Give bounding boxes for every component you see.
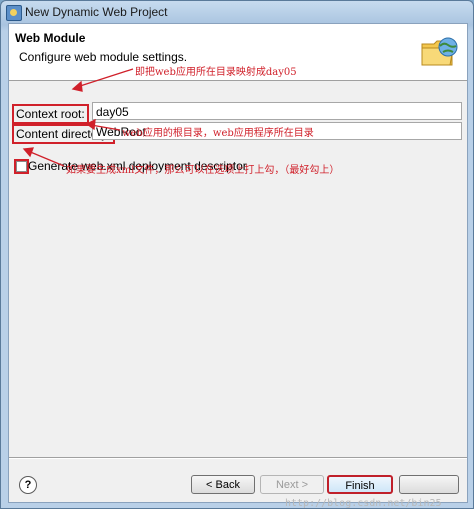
generate-descriptor-checkbox[interactable] [14, 159, 29, 174]
cancel-button[interactable] [399, 475, 459, 494]
web-project-icon [6, 5, 22, 21]
dialog-client-area: Web Module Configure web module settings… [8, 23, 468, 508]
folder-globe-icon [421, 37, 458, 66]
watermark: http://blog.csdn.net/bin25 [285, 498, 442, 509]
context-root-annotation: 即把web应用所在目录映射成day05 [135, 67, 297, 78]
page-title: Web Module [15, 31, 86, 45]
content-directory-annotation: web应用的根目录，web应用程序所在目录 [122, 128, 314, 139]
help-button[interactable]: ? [19, 476, 37, 494]
finish-button[interactable]: Finish [327, 475, 393, 494]
title-bar[interactable]: New Dynamic Web Project [1, 1, 473, 23]
module-settings-form: Context root: day05 Content directory: W… [9, 80, 467, 480]
context-root-input[interactable]: day05 [92, 102, 462, 120]
dialog-window: New Dynamic Web Project Web Module Confi… [0, 0, 474, 509]
back-button[interactable]: < Back [191, 475, 255, 494]
context-root-label: Context root: [12, 104, 89, 124]
button-bar-separator [9, 457, 467, 459]
window-title: New Dynamic Web Project [25, 5, 168, 19]
descriptor-annotation: 如果要生成xml文件，那么可以在选项上打上勾，（最好勾上） [66, 165, 340, 176]
page-description: Configure web module settings. [19, 50, 188, 64]
next-button[interactable]: Next > [260, 475, 324, 494]
